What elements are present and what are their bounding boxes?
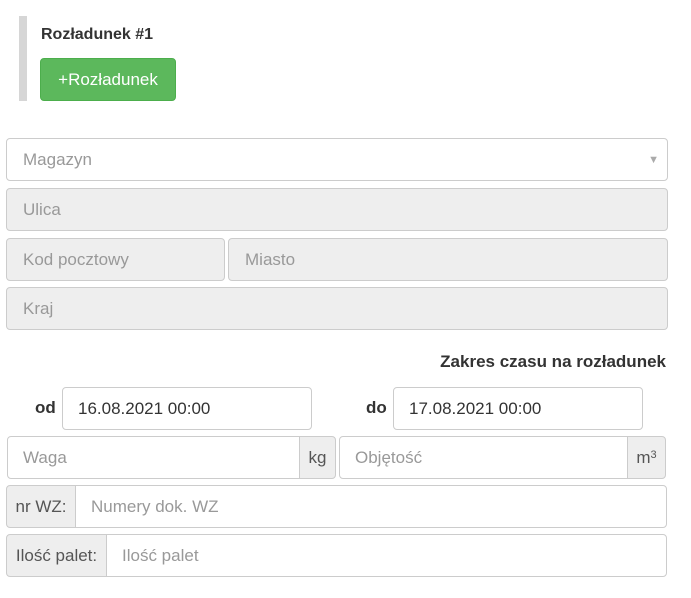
to-label: do bbox=[366, 398, 387, 417]
volume-unit-exponent: 3 bbox=[650, 448, 657, 461]
section-accent-bar bbox=[19, 16, 27, 101]
pallet-count-label-addon: Ilość palet: bbox=[6, 534, 107, 577]
country-field-placeholder: Kraj bbox=[23, 298, 54, 318]
street-field-placeholder: Ulica bbox=[23, 199, 61, 219]
pallet-count-label: Ilość palet: bbox=[15, 545, 98, 565]
city-field-placeholder: Miasto bbox=[245, 249, 296, 269]
caret-down-icon: ▼ bbox=[648, 154, 659, 166]
warehouse-select[interactable]: Magazyn ▼ bbox=[6, 138, 668, 181]
weight-unit-addon: kg bbox=[299, 436, 336, 479]
section-title: Rozładunek #1 bbox=[41, 26, 154, 43]
time-range-title: Zakres czasu na rozładunek bbox=[440, 352, 666, 371]
from-datetime-input[interactable] bbox=[62, 387, 312, 430]
wz-number-label: nr WZ: bbox=[15, 496, 67, 516]
weight-input[interactable] bbox=[7, 436, 300, 479]
postal-code-placeholder: Kod pocztowy bbox=[23, 249, 129, 269]
country-field: Kraj bbox=[6, 287, 668, 330]
postal-code-field: Kod pocztowy bbox=[6, 238, 225, 281]
pallet-count-input[interactable] bbox=[106, 534, 667, 577]
street-field: Ulica bbox=[6, 188, 668, 231]
volume-input[interactable] bbox=[339, 436, 628, 479]
wz-number-label-addon: nr WZ: bbox=[6, 485, 76, 528]
warehouse-select-placeholder: Magazyn bbox=[23, 149, 92, 169]
from-label: od bbox=[35, 398, 56, 417]
add-unloading-button[interactable]: +Rozładunek bbox=[40, 58, 176, 101]
wz-numbers-input[interactable] bbox=[75, 485, 667, 528]
to-datetime-input[interactable] bbox=[393, 387, 643, 430]
city-field: Miasto bbox=[228, 238, 668, 281]
volume-unit-addon: m3 bbox=[627, 436, 666, 479]
weight-unit: kg bbox=[308, 447, 327, 467]
volume-unit: m bbox=[636, 447, 651, 467]
